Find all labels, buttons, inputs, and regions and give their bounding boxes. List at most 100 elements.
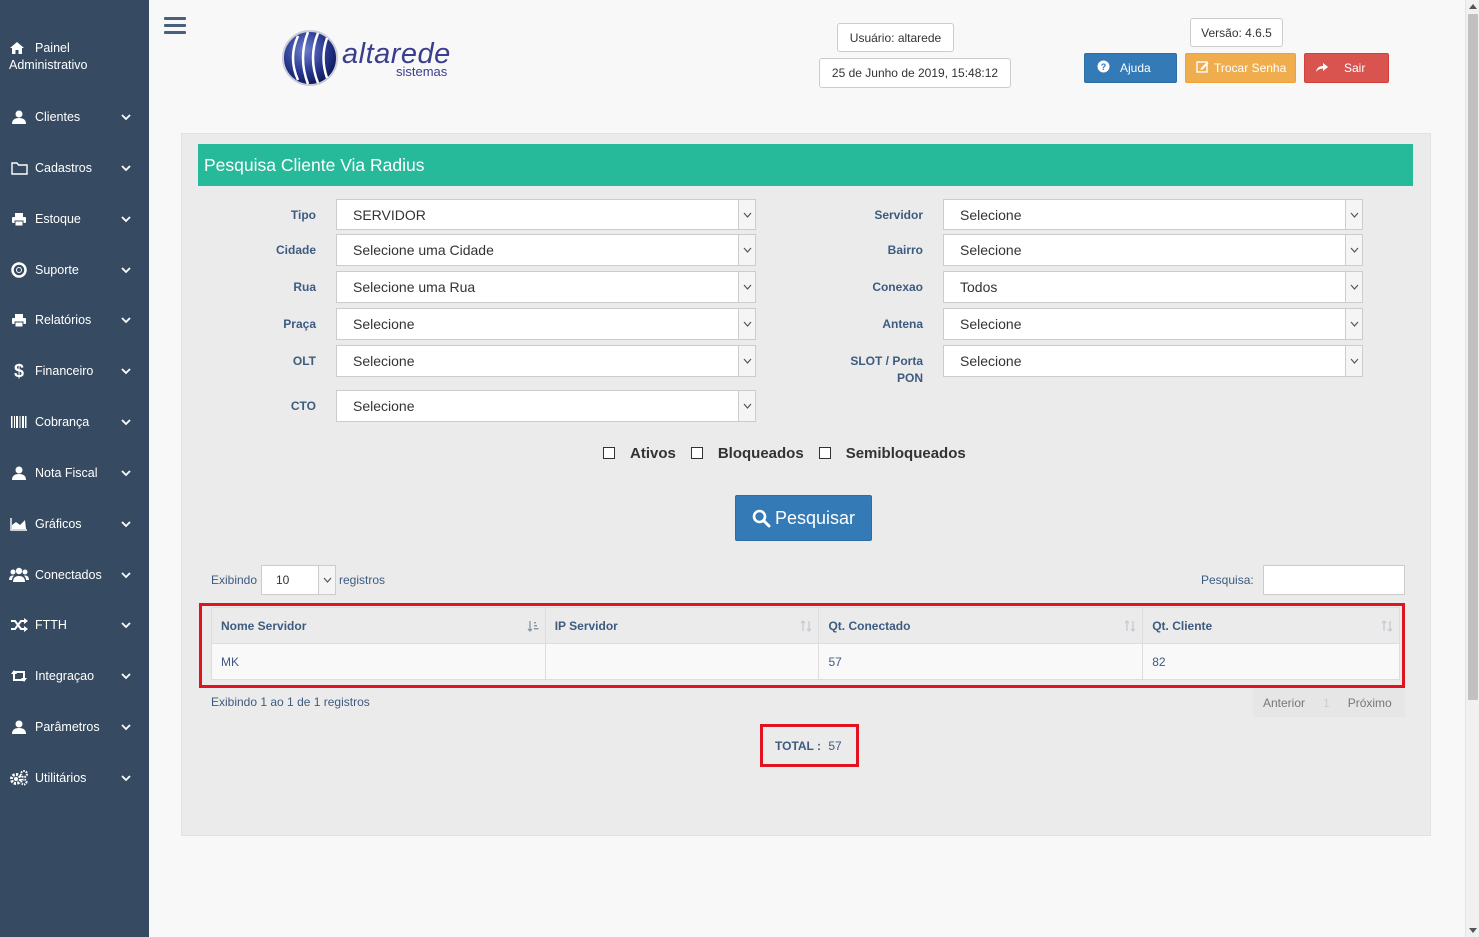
sidebar-label: Integraçao <box>35 669 95 683</box>
logout-label: Sair <box>1344 61 1366 75</box>
antena-select[interactable]: Selecione <box>943 308 1363 340</box>
sidebar-item-graficos[interactable]: Gráficos <box>0 504 149 544</box>
praca-select[interactable]: Selecione <box>336 308 756 340</box>
sidebar-item-integracao[interactable]: Integraçao <box>0 656 149 696</box>
panel-title: Pesquisa Cliente Via Radius <box>198 144 1413 186</box>
logo: altarede sistemas <box>280 26 460 88</box>
slot-label-line1: SLOT / Porta <box>850 354 923 368</box>
rua-select[interactable]: Selecione uma Rua <box>336 271 756 303</box>
sidebar-item-conectados[interactable]: Conectados <box>0 555 149 595</box>
cto-select[interactable]: Selecione <box>336 390 756 422</box>
sidebar-label: Suporte <box>35 263 79 277</box>
chevron-down-icon <box>121 572 131 579</box>
bairro-select[interactable]: Selecione <box>943 234 1363 266</box>
pagination: Anterior 1 Próximo <box>1253 688 1405 717</box>
ativos-checkbox[interactable] <box>603 447 615 459</box>
sidebar-label: Estoque <box>35 212 81 226</box>
sidebar-item-parametros[interactable]: Parâmetros <box>0 707 149 747</box>
slot-label-line2: PON <box>896 371 923 385</box>
sidebar-label: Cadastros <box>35 161 92 175</box>
antena-label: Antena <box>882 317 923 331</box>
pager-next[interactable]: Próximo <box>1348 696 1392 710</box>
pager-previous[interactable]: Anterior <box>1263 696 1305 710</box>
sidebar-item-cadastros[interactable]: Cadastros <box>0 148 149 188</box>
total-label: TOTAL : <box>775 739 821 753</box>
servidor-select[interactable]: Selecione <box>943 199 1363 230</box>
table-info: Exibindo 1 ao 1 de 1 registros <box>211 695 370 709</box>
scroll-up-arrow-icon[interactable] <box>1469 4 1477 9</box>
user-icon <box>9 108 29 126</box>
length-prefix: Exibindo <box>211 573 258 587</box>
conexao-label: Conexao <box>872 280 923 294</box>
table-search-input[interactable] <box>1263 565 1405 595</box>
search-icon <box>752 509 771 527</box>
sidebar-item-financeiro[interactable]: $ Financeiro <box>0 351 149 391</box>
semibloqueados-checkbox[interactable] <box>818 447 831 459</box>
change-password-button[interactable]: Trocar Senha <box>1185 53 1296 83</box>
help-button-label: Ajuda <box>1120 61 1151 75</box>
folder-icon <box>9 159 29 177</box>
tipo-value: SERVIDOR <box>353 206 426 223</box>
sidebar-label: Clientes <box>35 110 81 124</box>
datetime-display: 25 de Junho de 2019, 15:48:12 <box>819 58 1011 88</box>
pager-page-1[interactable]: 1 <box>1323 696 1330 710</box>
question-circle-icon: ? <box>1097 60 1110 76</box>
sidebar-label: Nota Fiscal <box>35 466 98 480</box>
chevron-down-icon <box>121 165 131 172</box>
chevron-down-icon <box>1345 309 1362 339</box>
slot-porta-pon-select[interactable]: Selecione <box>943 345 1363 377</box>
home-icon <box>9 41 25 60</box>
chevron-down-icon <box>121 419 131 426</box>
sidebar-item-utilitarios[interactable]: Utilitários <box>0 758 149 798</box>
area-chart-icon <box>9 515 29 533</box>
sidebar-item-estoque[interactable]: Estoque <box>0 199 149 239</box>
total-value: 57 <box>828 739 842 753</box>
sidebar-item-ftth[interactable]: FTTH <box>0 605 149 645</box>
sidebar-item-nota-fiscal[interactable]: Nota Fiscal <box>0 453 149 493</box>
bloqueados-checkbox[interactable] <box>690 447 703 459</box>
chevron-down-icon <box>121 114 131 121</box>
chevron-down-icon <box>121 724 131 731</box>
chevron-down-icon <box>121 317 131 324</box>
sidebar-label: Financeiro <box>35 364 94 378</box>
olt-select[interactable]: Selecione <box>336 345 756 377</box>
version-badge: Versão: 4.6.5 <box>1190 18 1283 47</box>
cogs-icon <box>9 769 29 787</box>
sidebar-label: Relatórios <box>35 313 92 327</box>
user-badge: Usuário: altarede <box>837 23 954 52</box>
help-button[interactable]: ? Ajuda <box>1084 53 1177 83</box>
sidebar-label: Painel <box>35 41 70 55</box>
cto-label: CTO <box>290 399 316 413</box>
chevron-down-icon <box>1345 272 1362 302</box>
printer-icon <box>9 210 29 228</box>
chevron-down-icon <box>121 673 131 680</box>
bairro-label: Bairro <box>887 243 923 257</box>
sidebar-item-clientes[interactable]: Clientes <box>0 97 149 137</box>
printer-icon <box>9 311 29 329</box>
search-button-label: Pesquisar <box>774 507 856 528</box>
chevron-down-icon <box>121 775 131 782</box>
scroll-down-arrow-icon[interactable] <box>1469 928 1477 933</box>
share-arrow-icon <box>1315 61 1328 76</box>
scroll-thumb[interactable] <box>1468 14 1478 700</box>
change-password-label: Trocar Senha <box>1214 61 1287 75</box>
sidebar-item-suporte[interactable]: Suporte <box>0 250 149 290</box>
conexao-select[interactable]: Todos <box>943 271 1363 303</box>
cidade-value: Selecione uma Cidade <box>353 242 494 258</box>
svg-text:?: ? <box>1101 62 1107 72</box>
sidebar-item-cobranca[interactable]: Cobrança <box>0 402 149 442</box>
sidebar-item-relatorios[interactable]: Relatórios <box>0 300 149 340</box>
cidade-select[interactable]: Selecione uma Cidade <box>336 234 756 266</box>
search-button[interactable]: Pesquisar <box>735 495 872 541</box>
sidebar-item-painel[interactable]: Painel Administrativo <box>9 40 139 74</box>
page-length-select[interactable]: 10 <box>261 565 336 595</box>
logo-globe-icon <box>282 30 338 86</box>
servidor-value: Selecione <box>960 206 1022 223</box>
tipo-select[interactable]: SERVIDOR <box>336 199 756 230</box>
logout-button[interactable]: Sair <box>1304 53 1389 83</box>
page-scrollbar[interactable] <box>1465 0 1479 937</box>
chevron-down-icon <box>121 521 131 528</box>
menu-toggle-icon[interactable] <box>164 17 186 35</box>
status-filter-row: Ativos Bloqueados Semibloqueados <box>603 443 981 463</box>
chevron-down-icon <box>1345 200 1362 229</box>
